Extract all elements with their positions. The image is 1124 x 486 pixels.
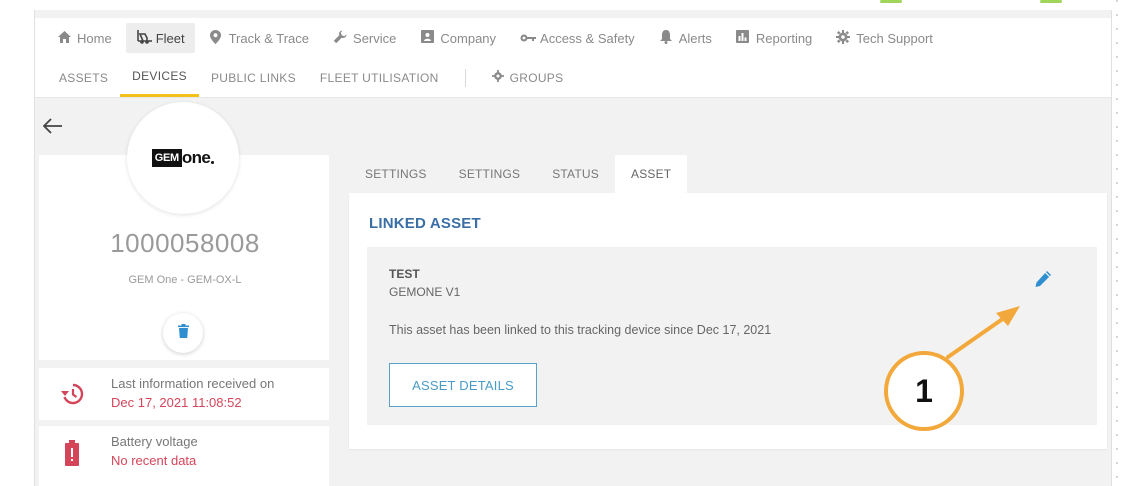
wrench-icon [333,30,347,47]
panel-divider [39,360,329,368]
step-number: 1 [915,372,933,409]
id-card-icon [420,30,434,46]
nav-tech-support-label: Tech Support [856,30,933,46]
subnav-devices[interactable]: DEVICES [120,59,199,97]
subnav-fleet-utilisation[interactable]: FLEET UTILISATION [308,59,451,97]
gem-one-logo: GEM one [151,148,215,168]
nav-home[interactable]: Home [47,23,122,53]
gear-icon [491,70,504,85]
edit-pencil-icon[interactable] [1034,270,1052,293]
forklift-icon [136,29,152,47]
battery-voltage-row: Battery voltage No recent data [39,426,329,486]
last-information-value: Dec 17, 2021 11:08:52 [111,395,242,410]
device-tabs: SETTINGS SETTINGS STATUS ASSET [349,155,688,193]
delete-button[interactable] [163,313,203,353]
nav-service-label: Service [353,30,397,46]
linked-asset-box: TEST GEMONE V1 This asset has been linke… [367,247,1097,425]
subnav-assets[interactable]: ASSETS [47,59,120,97]
asset-details-button[interactable]: ASSET DETAILS [389,363,537,407]
device-id: 1000058008 [110,228,260,258]
nav-company[interactable]: Company [410,23,506,53]
trash-icon [177,323,189,343]
nav-alerts-label: Alerts [678,30,712,46]
key-icon [520,31,537,46]
last-information-label: Last information received on [111,376,275,391]
nav-fleet[interactable]: Fleet [125,23,195,53]
home-icon [57,30,71,46]
tab-settings-1[interactable]: SETTINGS [349,155,443,193]
subnav-groups[interactable]: GROUPS [480,59,576,97]
linked-asset-card: LINKED ASSET TEST GEMONE V1 This asset h… [349,193,1107,449]
chart-icon [736,30,750,46]
step-callout: 1 [884,351,964,431]
sub-navigation: ASSETS DEVICES PUBLIC LINKS FLEET UTILIS… [35,58,1111,98]
nav-reporting-label: Reporting [755,30,813,46]
nav-alerts[interactable]: Alerts [649,23,722,53]
history-icon [61,382,85,411]
nav-fleet-label: Fleet [155,30,185,46]
top-navigation: Home Fleet Track & Trace Service Company [35,18,1111,58]
tab-asset[interactable]: ASSET [614,155,688,193]
nav-service[interactable]: Service [323,23,406,53]
nav-company-label: Company [440,30,497,46]
top-indicator [1040,0,1062,3]
linked-asset-title: LINKED ASSET [369,215,481,232]
nav-access-safety-label: Access & Safety [540,30,635,46]
subnav-divider [464,68,466,87]
tab-settings-2[interactable]: SETTINGS [443,155,537,193]
asset-link-description: This asset has been linked to this track… [389,323,772,337]
subnav-public-links[interactable]: PUBLIC LINKS [199,59,308,97]
top-indicator [880,0,902,3]
asset-type: GEMONE V1 [389,285,461,299]
asset-name: TEST [389,267,420,281]
battery-icon [65,440,79,471]
nav-tech-support[interactable]: Tech Support [826,23,943,53]
nav-home-label: Home [77,30,112,46]
bell-icon [659,29,673,47]
gear-icon [836,29,851,47]
back-arrow-icon[interactable] [42,114,63,140]
battery-voltage-value: No recent data [111,453,197,468]
device-logo: GEM one [127,102,239,214]
page-edge-marker [1116,0,1118,486]
location-pin-icon [209,29,223,47]
nav-access-safety[interactable]: Access & Safety [510,23,645,53]
last-information-row: Last information received on Dec 17, 202… [39,368,329,420]
nav-track-trace[interactable]: Track & Trace [199,23,319,53]
tab-status[interactable]: STATUS [536,155,615,193]
subnav-groups-label: GROUPS [509,70,564,85]
device-model: GEM One - GEM-OX-L [128,274,242,286]
battery-voltage-label: Battery voltage [111,434,198,449]
nav-track-trace-label: Track & Trace [228,30,310,46]
nav-reporting[interactable]: Reporting [726,23,822,53]
